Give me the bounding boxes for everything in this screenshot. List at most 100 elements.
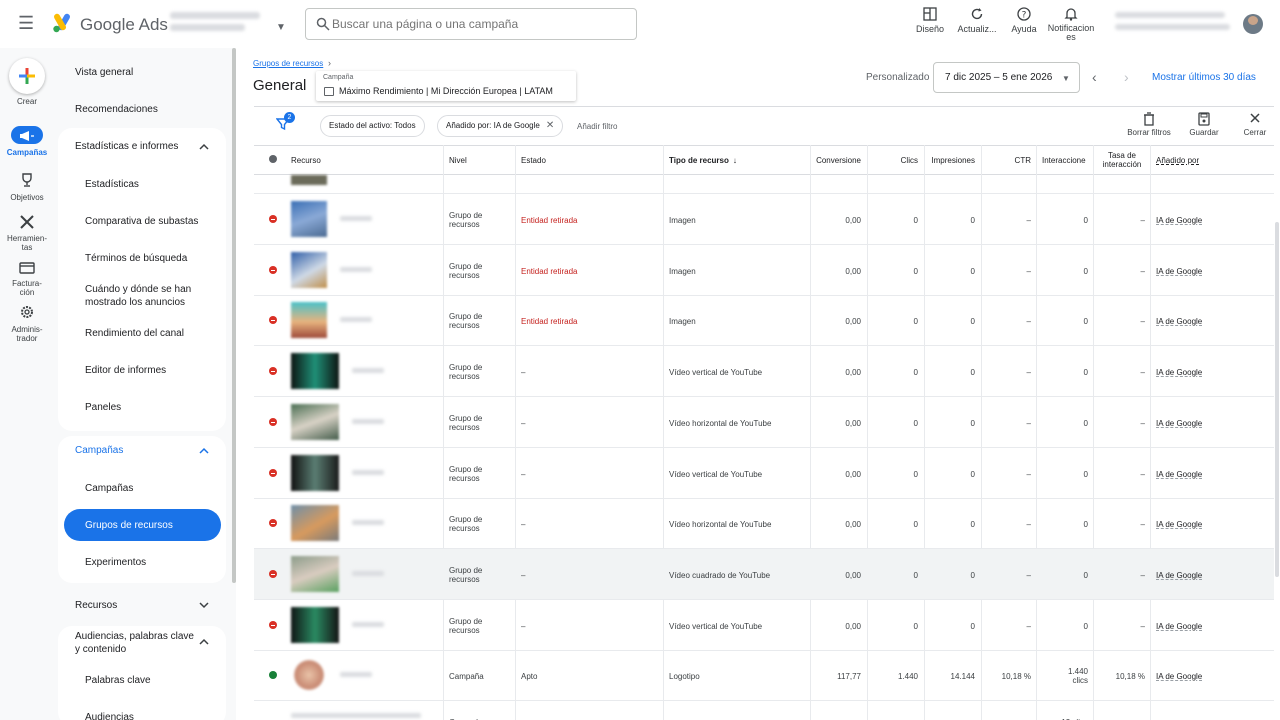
search-bar[interactable] (305, 8, 637, 40)
table-row[interactable]: Grupo de recursos Entidad retirada Image… (254, 194, 1274, 245)
trophy-icon[interactable] (17, 172, 37, 188)
nav-item-report-editor[interactable]: Editor de informes (85, 364, 166, 377)
save-button[interactable]: Guardar (1186, 112, 1222, 137)
cell-added-by[interactable]: IA de Google (1156, 267, 1202, 276)
refresh-button[interactable]: Actualiz... (956, 7, 998, 34)
nav-item-experiments[interactable]: Experimentos (85, 556, 146, 569)
nav-item-auction-insights[interactable]: Comparativa de subastas (85, 215, 198, 228)
hamburger-menu-icon[interactable]: ☰ (18, 14, 36, 32)
chevron-down-icon[interactable] (198, 601, 210, 609)
notifications-button[interactable]: Notificacion es (1045, 7, 1097, 42)
nav-item-statistics[interactable]: Estadísticas (85, 178, 139, 191)
nav-item-when-where[interactable]: Cuándo y dónde se han mostrado los anunc… (85, 283, 210, 309)
nav-item-keywords[interactable]: Palabras clave (85, 674, 151, 687)
table-row[interactable]: Grupo de recursos – Vídeo horizontal de … (254, 397, 1274, 448)
add-filter-button[interactable]: Añadir filtro (577, 122, 617, 131)
col-header-status[interactable]: Estado (521, 145, 546, 175)
table-scrollbar[interactable] (1275, 222, 1279, 577)
nav-item-asset-groups[interactable]: Grupos de recursos (85, 519, 173, 532)
cell-clicks: 0 (913, 419, 918, 428)
nav-item-campaigns[interactable]: Campañas (85, 482, 133, 495)
col-header-clicks[interactable]: Clics (868, 145, 918, 175)
account-selector[interactable] (170, 12, 270, 38)
date-range-picker[interactable]: 7 dic 2025 – 5 ene 2026 ▼ (933, 62, 1080, 93)
asset-thumbnail[interactable] (291, 302, 327, 338)
cell-added-by[interactable]: IA de Google (1156, 368, 1202, 377)
chevron-up-icon[interactable] (198, 447, 210, 455)
asset-thumbnail[interactable] (291, 201, 327, 237)
col-header-ctr[interactable]: CTR (982, 145, 1031, 175)
cell-added-by[interactable]: IA de Google (1156, 216, 1202, 225)
tools-icon[interactable] (17, 214, 37, 230)
close-icon[interactable]: ✕ (546, 120, 554, 131)
cell-added-by[interactable]: IA de Google (1156, 672, 1202, 681)
nav-scrollbar[interactable] (232, 48, 236, 583)
layout-button[interactable]: Diseño (913, 7, 947, 34)
nav-item-search-terms[interactable]: Términos de búsqueda (85, 252, 187, 265)
cell-added-by[interactable]: IA de Google (1156, 571, 1202, 580)
col-header-conversions[interactable]: Conversione (811, 145, 861, 175)
table-row[interactable]: Grupo de recursos – Descripción 0,00 13 … (254, 701, 1274, 720)
table-row[interactable]: Campaña Apto Logotipo 117,77 1.440 14.14… (254, 650, 1274, 701)
cell-impressions: 0 (970, 368, 975, 377)
cell-ctr: – (1026, 267, 1031, 276)
nav-assets[interactable]: Recursos (75, 599, 117, 612)
nav-overview[interactable]: Vista general (75, 66, 133, 79)
campaign-selector[interactable]: Campaña Máximo Rendimiento | Mi Direcció… (316, 71, 576, 101)
user-account-info[interactable] (1115, 12, 1230, 36)
cell-status: Entidad retirada (521, 216, 578, 225)
col-header-level[interactable]: Nivel (449, 145, 467, 175)
asset-thumbnail[interactable] (291, 404, 339, 440)
filter-chip-asset-status[interactable]: Estado del activo: Todos (320, 115, 425, 137)
col-header-resource[interactable]: Recurso (291, 145, 321, 175)
help-button[interactable]: ? Ayuda (1008, 7, 1040, 34)
avatar[interactable] (1243, 14, 1263, 34)
cell-added-by[interactable]: IA de Google (1156, 520, 1202, 529)
col-header-interaction-rate[interactable]: Tasa de interacción (1099, 145, 1145, 175)
cell-added-by[interactable]: IA de Google (1156, 419, 1202, 428)
asset-thumbnail[interactable] (291, 505, 339, 541)
col-header-added-by[interactable]: Añadido por (1156, 145, 1199, 175)
nav-campaigns-title[interactable]: Campañas (75, 444, 123, 457)
create-button[interactable] (9, 58, 45, 94)
nav-item-audiences[interactable]: Audiencias (85, 711, 134, 720)
col-header-impressions[interactable]: Impresiones (925, 145, 975, 175)
billing-icon[interactable] (17, 260, 37, 276)
cell-added-by[interactable]: IA de Google (1156, 317, 1202, 326)
cell-status: Entidad retirada (521, 317, 578, 326)
breadcrumb[interactable]: Grupos de recursos (253, 59, 323, 68)
cell-added-by[interactable]: IA de Google (1156, 622, 1202, 631)
gear-icon[interactable] (17, 304, 37, 320)
col-header-type[interactable]: Tipo de recurso ↓ (669, 145, 737, 175)
asset-thumbnail[interactable] (291, 353, 339, 389)
table-row[interactable]: Grupo de recursos – Vídeo vertical de Yo… (254, 600, 1274, 651)
clear-filters-button[interactable]: Borrar filtros (1124, 112, 1174, 137)
table-row[interactable]: Grupo de recursos – Vídeo cuadrado de Yo… (254, 549, 1274, 600)
table-row[interactable]: Grupo de recursos Entidad retirada Image… (254, 295, 1274, 346)
chevron-down-icon[interactable]: ▼ (276, 22, 286, 33)
asset-thumbnail[interactable] (291, 252, 327, 288)
previous-period-icon[interactable]: ‹ (1092, 69, 1097, 85)
chevron-up-icon[interactable] (198, 143, 210, 151)
asset-thumbnail[interactable] (291, 607, 339, 643)
nav-item-channel-performance[interactable]: Rendimiento del canal (85, 327, 184, 340)
nav-insights-title[interactable]: Estadísticas e informes (75, 140, 178, 153)
cell-added-by[interactable]: IA de Google (1156, 470, 1202, 479)
chevron-up-icon[interactable] (198, 638, 210, 646)
next-period-icon[interactable]: › (1124, 69, 1129, 85)
search-input[interactable] (332, 11, 627, 37)
show-last-30-days-link[interactable]: Mostrar últimos 30 días (1152, 72, 1256, 83)
table-row[interactable]: Grupo de recursos Entidad retirada Image… (254, 245, 1274, 296)
filter-chip-added-by[interactable]: Añadido por: IA de Google ✕ (437, 115, 564, 137)
table-row[interactable]: Grupo de recursos – Vídeo vertical de Yo… (254, 346, 1274, 397)
nav-item-dashboards[interactable]: Paneles (85, 401, 121, 414)
nav-audiences-title[interactable]: Audiencias, palabras clave y contenido (75, 630, 197, 656)
table-row[interactable]: Grupo de recursos – Vídeo horizontal de … (254, 498, 1274, 549)
asset-thumbnail[interactable] (291, 556, 339, 592)
col-header-interactions[interactable]: Interaccione (1042, 145, 1090, 175)
table-row[interactable]: Grupo de recursos – Vídeo vertical de Yo… (254, 448, 1274, 499)
asset-thumbnail[interactable] (294, 660, 324, 690)
asset-thumbnail[interactable] (291, 455, 339, 491)
nav-recommendations[interactable]: Recomendaciones (75, 103, 158, 116)
close-button[interactable]: Cerrar (1240, 112, 1270, 137)
